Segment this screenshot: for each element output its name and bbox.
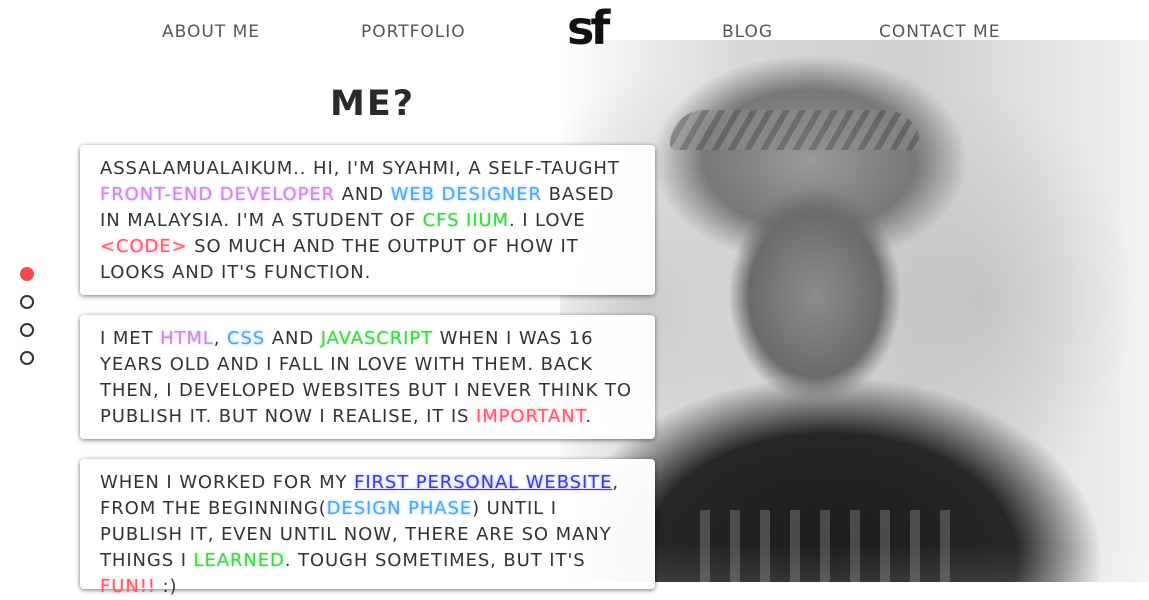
- highlight-text: Web Designer: [390, 184, 542, 205]
- skills-card: I met HTML, CSS and Javascript when I wa…: [80, 315, 655, 439]
- body-text: . Tough sometimes, but it's: [284, 550, 586, 571]
- highlight-text: fun!!: [100, 576, 156, 597]
- pagination-dot-3[interactable]: [20, 323, 34, 337]
- body-text: When I worked for my: [100, 472, 355, 493]
- highlight-text: important: [476, 406, 586, 427]
- nav-link-about-me[interactable]: ABOUT ME: [162, 22, 260, 42]
- nav-link-contact-me[interactable]: CONTACT ME: [879, 22, 1000, 42]
- page-title: ME?: [330, 84, 416, 124]
- highlight-text: CSS: [227, 328, 266, 349]
- body-text: and: [335, 184, 391, 205]
- project-link[interactable]: first personal website: [354, 472, 612, 493]
- pagination-dot-2[interactable]: [20, 295, 34, 309]
- site-logo[interactable]: sf: [567, 4, 610, 52]
- website-story-card: When I worked for my first personal webs…: [80, 459, 655, 597]
- body-text: ,: [213, 328, 228, 349]
- pagination-dot-1[interactable]: [20, 267, 34, 281]
- nav-link-blog[interactable]: BLOG: [722, 22, 773, 42]
- highlight-text: Front-End Developer: [100, 184, 336, 205]
- nav-link-portfolio[interactable]: PORTFOLIO: [361, 22, 466, 42]
- body-text: I met: [100, 328, 161, 349]
- body-text: .: [585, 406, 593, 427]
- highlight-text: Javascript: [320, 328, 434, 349]
- beanie-pattern: [670, 110, 920, 150]
- highlight-text: learned: [193, 550, 285, 571]
- section-pagination: [20, 267, 34, 379]
- body-text: and: [265, 328, 321, 349]
- body-text: . I love: [508, 210, 586, 231]
- highlight-text: <code>: [100, 236, 188, 257]
- body-text: Assalamualaikum.. Hi, I'm Syahmi, a self…: [100, 158, 620, 179]
- highlight-text: HTML: [160, 328, 214, 349]
- top-navigation: ABOUT ME PORTFOLIO sf BLOG CONTACT ME: [0, 0, 1149, 64]
- highlight-text: design phase: [326, 498, 473, 519]
- highlight-text: CFS IIUM: [422, 210, 509, 231]
- intro-card: Assalamualaikum.. Hi, I'm Syahmi, a self…: [80, 145, 655, 295]
- body-text: :): [155, 576, 178, 597]
- pagination-dot-4[interactable]: [20, 351, 34, 365]
